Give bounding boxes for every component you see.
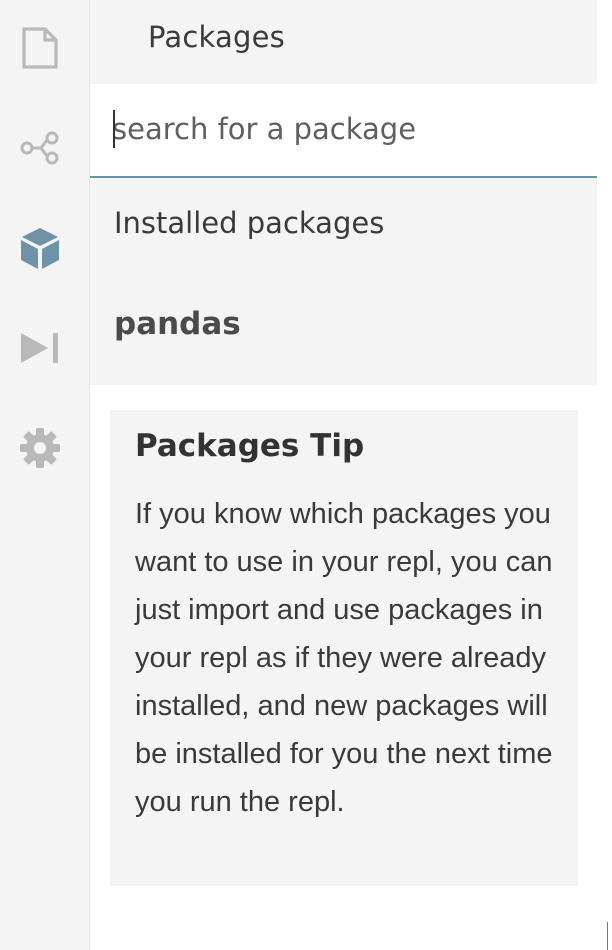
icon-sidebar <box>0 0 90 950</box>
search-box <box>90 84 597 178</box>
sidebar-item-packages[interactable] <box>0 218 80 278</box>
package-search-input[interactable] <box>112 106 572 152</box>
gear-icon <box>19 427 61 469</box>
step-forward-icon <box>19 332 61 364</box>
package-cube-icon <box>19 226 61 270</box>
sidebar-item-files[interactable] <box>0 18 80 78</box>
installed-package-item[interactable]: pandas <box>114 306 241 342</box>
installed-packages-heading: Installed packages <box>114 206 385 240</box>
text-cursor <box>113 110 115 148</box>
app-window: Packages Installed packages pandas Packa… <box>0 0 612 950</box>
sidebar-item-version-control[interactable] <box>0 118 80 178</box>
tip-body: If you know which packages you want to u… <box>135 498 553 818</box>
panel-header: Packages <box>90 0 597 84</box>
tip-title: Packages Tip <box>135 428 365 464</box>
sidebar-item-settings[interactable] <box>0 418 80 478</box>
file-icon <box>20 27 60 69</box>
sidebar-item-debugger[interactable] <box>0 318 80 378</box>
scrollbar-track[interactable] <box>597 0 612 950</box>
packages-panel: Packages Installed packages pandas Packa… <box>90 0 597 950</box>
scrollbar-thumb[interactable] <box>607 922 608 950</box>
panel-title: Packages <box>148 20 285 54</box>
packages-tip-card: Packages Tip If you know which packages … <box>110 410 578 886</box>
share-nodes-icon <box>19 131 61 165</box>
installed-packages-section: Installed packages pandas <box>90 178 597 385</box>
